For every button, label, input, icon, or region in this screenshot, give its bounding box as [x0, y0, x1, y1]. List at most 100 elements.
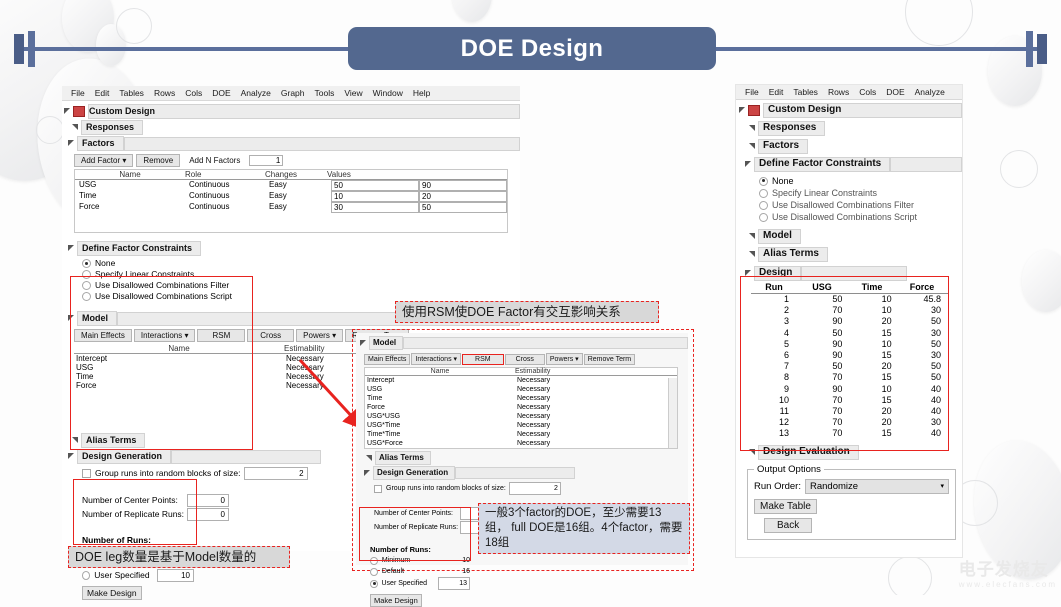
- table-row[interactable]: Time Continuous Easy 10 20: [75, 191, 507, 202]
- menu-item-rows[interactable]: Rows: [149, 87, 180, 99]
- table-row[interactable]: USG Necessary: [365, 385, 677, 394]
- menu-item-analyze[interactable]: Analyze: [910, 86, 950, 98]
- table-row[interactable]: USG*USG Necessary: [365, 412, 677, 421]
- section-factors-left[interactable]: Factors: [68, 136, 520, 151]
- make-table-button[interactable]: Make Table: [754, 498, 817, 514]
- menu-item-graph[interactable]: Graph: [276, 87, 310, 99]
- section-alias-terms-right[interactable]: Alias Terms: [749, 247, 962, 262]
- factor-low[interactable]: 10: [331, 191, 419, 202]
- section-design-generation-mid[interactable]: Design Generation: [364, 466, 688, 480]
- menu-item-tables[interactable]: Tables: [114, 87, 149, 99]
- table-row[interactable]: 9 90 10 40: [751, 384, 949, 395]
- disclosure-open-icon[interactable]: [64, 108, 71, 115]
- menu-item-cols[interactable]: Cols: [180, 87, 207, 99]
- table-row[interactable]: Intercept Necessary: [365, 376, 677, 385]
- disclosure-closed-icon[interactable]: [749, 251, 756, 258]
- constraint-option-none[interactable]: None: [82, 258, 520, 269]
- run-order-select[interactable]: Randomize ▾: [805, 478, 949, 494]
- radio-icon[interactable]: [82, 281, 91, 290]
- section-factors-right[interactable]: Factors: [749, 139, 962, 154]
- menu-item-help[interactable]: Help: [408, 87, 435, 99]
- disclosure-open-icon[interactable]: [745, 270, 752, 277]
- menu-item-file[interactable]: File: [66, 87, 90, 99]
- runs-option-minimum-mid[interactable]: Minimum 10: [370, 555, 470, 566]
- section-design-right[interactable]: Design: [745, 266, 962, 281]
- factor-high[interactable]: 20: [419, 191, 507, 202]
- table-row[interactable]: 7 50 20 50: [751, 361, 949, 372]
- disclosure-closed-icon[interactable]: [749, 143, 756, 150]
- section-constraints-left[interactable]: Define Factor Constraints: [68, 241, 520, 256]
- menu-item-window[interactable]: Window: [368, 87, 408, 99]
- rsm-button-mid[interactable]: RSM: [462, 353, 504, 365]
- factor-low[interactable]: 50: [331, 180, 419, 191]
- powers-button[interactable]: Powers ▾: [296, 329, 344, 342]
- table-row[interactable]: Time Necessary: [365, 394, 677, 403]
- radio-icon[interactable]: [759, 188, 768, 198]
- menu-item-analyze[interactable]: Analyze: [236, 87, 276, 99]
- disclosure-open-icon[interactable]: [68, 315, 75, 322]
- constraint-option-script-right[interactable]: Use Disallowed Combinations Script: [759, 211, 962, 223]
- table-row[interactable]: USG Continuous Easy 50 90: [75, 180, 507, 191]
- chevron-down-icon[interactable]: ▾: [940, 482, 944, 490]
- constraint-option-linear[interactable]: Specify Linear Constraints: [82, 269, 520, 280]
- disclosure-open-icon[interactable]: [68, 245, 75, 252]
- constraint-option-filter-right[interactable]: Use Disallowed Combinations Filter: [759, 199, 962, 211]
- back-button[interactable]: Back: [764, 517, 813, 533]
- section-design-evaluation-right[interactable]: Design Evaluation: [749, 444, 962, 460]
- powers-button-mid[interactable]: Powers ▾: [545, 353, 583, 365]
- table-row[interactable]: Force Necessary: [365, 403, 677, 412]
- radio-icon[interactable]: [82, 270, 91, 279]
- disclosure-closed-icon[interactable]: [366, 454, 373, 462]
- remove-factor-button[interactable]: Remove: [136, 154, 181, 167]
- radio-icon[interactable]: [82, 571, 91, 580]
- section-custom-design[interactable]: Custom Design: [64, 104, 520, 119]
- menu-item-edit[interactable]: Edit: [90, 87, 115, 99]
- interactions-button[interactable]: Interactions ▾: [133, 329, 196, 342]
- disclosure-open-icon[interactable]: [364, 469, 371, 477]
- constraint-option-filter[interactable]: Use Disallowed Combinations Filter: [82, 280, 520, 291]
- section-constraints-right[interactable]: Define Factor Constraints: [745, 157, 962, 172]
- table-row[interactable]: 5 90 10 50: [751, 339, 949, 350]
- factor-low[interactable]: 30: [331, 202, 419, 213]
- table-row[interactable]: 1 50 10 45.8: [751, 294, 949, 305]
- disclosure-open-icon[interactable]: [745, 161, 752, 168]
- runs-option-user-specified[interactable]: User Specified 10: [82, 569, 194, 582]
- disclosure-open-icon[interactable]: [68, 140, 75, 147]
- runs-user-specified-input-mid[interactable]: 13: [438, 577, 470, 590]
- main-effects-button[interactable]: Main Effects: [74, 329, 132, 342]
- constraint-option-linear-right[interactable]: Specify Linear Constraints: [759, 187, 962, 199]
- table-row[interactable]: 3 90 20 50: [751, 316, 949, 327]
- section-alias-terms-mid[interactable]: Alias Terms: [366, 451, 688, 465]
- center-points-input[interactable]: 0: [187, 494, 229, 507]
- disclosure-closed-icon[interactable]: [749, 233, 756, 240]
- menu-item-view[interactable]: View: [339, 87, 367, 99]
- scrollbar-vertical[interactable]: [668, 378, 677, 448]
- disclosure-closed-icon[interactable]: [749, 125, 756, 132]
- menu-item-doe[interactable]: DOE: [881, 86, 909, 98]
- menu-item-edit[interactable]: Edit: [764, 86, 789, 98]
- disclosure-open-icon[interactable]: [360, 339, 367, 347]
- section-model-right[interactable]: Model: [749, 229, 962, 244]
- table-row[interactable]: 10 70 15 40: [751, 395, 949, 406]
- radio-icon[interactable]: [759, 200, 768, 210]
- radio-icon[interactable]: [82, 259, 91, 268]
- make-design-button-mid[interactable]: Make Design: [370, 594, 422, 607]
- red-triangle-icon[interactable]: [73, 106, 85, 117]
- runs-option-user-specified-mid[interactable]: User Specified 13: [370, 577, 470, 590]
- table-row[interactable]: 8 70 15 50: [751, 372, 949, 383]
- table-row[interactable]: Time*Time Necessary: [365, 430, 677, 439]
- menu-item-tools[interactable]: Tools: [310, 87, 340, 99]
- section-responses-left[interactable]: Responses: [72, 120, 520, 135]
- menu-item-rows[interactable]: Rows: [823, 86, 854, 98]
- disclosure-open-icon[interactable]: [739, 107, 746, 114]
- menu-item-file[interactable]: File: [740, 86, 764, 98]
- runs-option-default-mid[interactable]: Default 16: [370, 566, 470, 577]
- group-runs-input[interactable]: 2: [243, 467, 308, 480]
- disclosure-closed-icon[interactable]: [72, 124, 79, 131]
- table-row[interactable]: 12 70 20 30: [751, 417, 949, 428]
- radio-icon[interactable]: [82, 292, 91, 301]
- remove-term-button-mid[interactable]: Remove Term: [583, 353, 636, 365]
- table-row[interactable]: 6 90 15 30: [751, 350, 949, 361]
- radio-icon[interactable]: [370, 579, 378, 588]
- interactions-button-mid[interactable]: Interactions ▾: [411, 353, 462, 365]
